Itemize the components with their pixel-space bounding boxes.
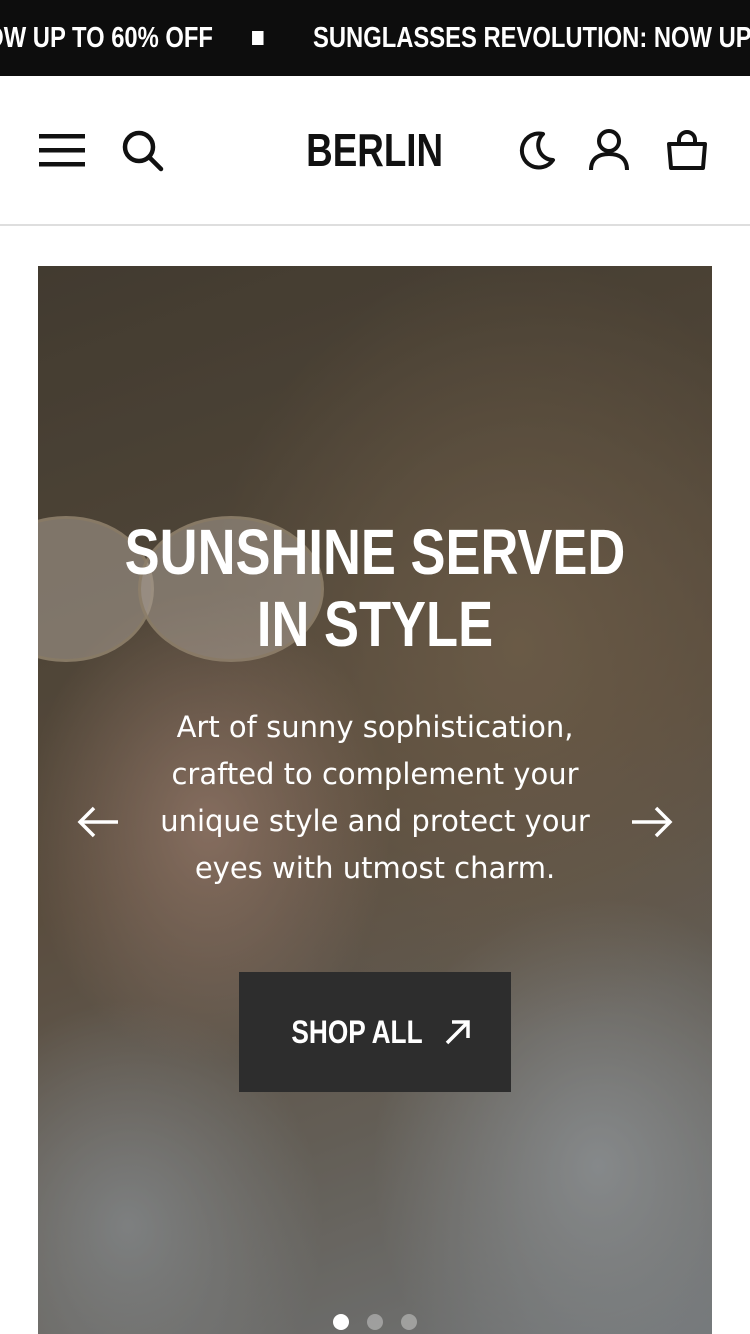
menu-icon [39,134,85,167]
announcement-ticker: SUNGLASSES REVOLUTION: NOW UP TO 60% OFF… [0,0,750,76]
announcement-bar: SUNGLASSES REVOLUTION: NOW UP TO 60% OFF… [0,0,750,76]
announcement-text: SUNGLASSES REVOLUTION: NOW UP TO 60% OFF [313,21,750,54]
hero-title-line: IN STYLE [256,588,494,660]
arrow-left-icon [77,806,118,838]
hero-title-line: SUNSHINE SERVED [124,516,626,588]
site-logo[interactable]: BERLIN [306,123,443,177]
square-separator-icon [252,31,264,45]
moon-icon [519,131,555,170]
site-header: BERLIN [0,76,750,226]
user-icon [589,129,629,171]
previous-slide-button[interactable] [74,802,122,842]
theme-toggle-button[interactable] [507,122,563,178]
search-icon [122,130,164,172]
slide-dot[interactable] [367,1314,383,1330]
menu-button[interactable] [34,122,90,178]
slide-indicators [38,1314,712,1330]
logo-wrapper: BERLIN [0,76,750,224]
bag-icon [667,130,707,170]
next-slide-button[interactable] [628,802,676,842]
slide-dot[interactable] [401,1314,417,1330]
search-button[interactable] [114,122,170,178]
arrow-up-right-icon [445,1020,470,1045]
account-button[interactable] [581,122,637,178]
hero-slideshow: SUNSHINE SERVED IN STYLE Art of sunny so… [38,266,712,1334]
shop-all-label: SHOP ALL [291,1013,423,1050]
arrow-right-icon [632,806,673,838]
slide-dot[interactable] [333,1314,349,1330]
cart-button[interactable] [659,122,715,178]
hero-title: SUNSHINE SERVED IN STYLE [99,516,652,660]
announcement-text: SUNGLASSES REVOLUTION: NOW UP TO 60% OFF [0,21,213,54]
shop-all-button[interactable]: SHOP ALL [239,972,511,1092]
hero-description: Art of sunny sophistication, crafted to … [160,710,590,885]
